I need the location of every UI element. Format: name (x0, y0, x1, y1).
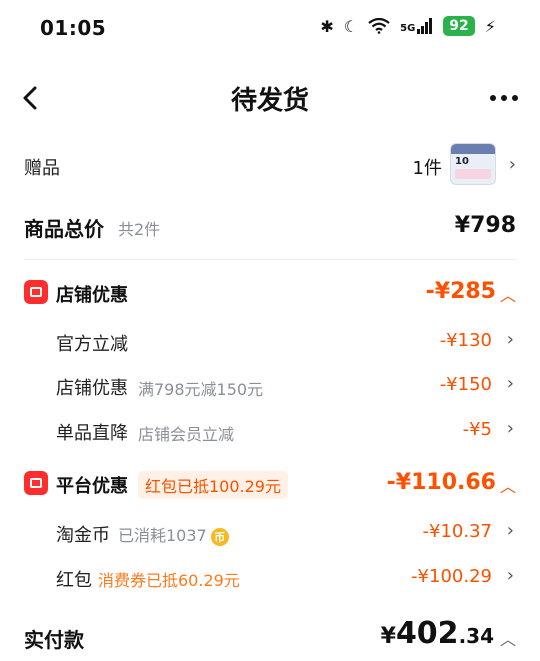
platform-discount-label: 平台优惠 (56, 476, 128, 497)
signal-icon: 5G (400, 18, 433, 34)
platform-item-detail: 消费券已抵60.29元 (98, 571, 240, 590)
total-label: 商品总价 (24, 217, 104, 241)
store-item-amount[interactable]: -¥150 (440, 374, 492, 395)
gift-count[interactable]: 1件 (413, 154, 442, 180)
battery-level: 92 (443, 16, 475, 36)
wifi-icon (368, 18, 390, 34)
store-item-label: 单品直降 (56, 423, 128, 444)
platform-discount-amount[interactable]: -¥110.66 (387, 470, 496, 495)
paid-label: 实付款 (24, 628, 84, 652)
store-collapse-icon[interactable]: ︿ (500, 282, 516, 306)
paid-currency: ¥ (380, 624, 396, 649)
store-item-chevron-icon[interactable]: › (507, 418, 514, 439)
store-discount-icon (24, 280, 48, 304)
platform-item-chevron-icon[interactable]: › (507, 565, 514, 586)
store-item-detail: 店铺会员立减 (138, 425, 235, 444)
status-icons: ✱ ☾ 5G 92 ⚡ (320, 16, 496, 36)
moon-icon: ☾ (343, 16, 359, 36)
platform-item-detail: 已消耗1037 币 (118, 522, 229, 546)
charging-icon: ⚡ (484, 16, 496, 36)
store-item-amount[interactable]: -¥5 (463, 419, 492, 440)
network-label: 5G (400, 23, 416, 34)
store-item-amount[interactable]: -¥130 (440, 330, 492, 351)
total-price: ¥798 (454, 213, 516, 238)
store-item-detail: 满798元减150元 (138, 380, 264, 399)
store-discount-label: 店铺优惠 (56, 285, 128, 306)
coin-icon: 币 (210, 527, 229, 546)
platform-item-label: 红包 (56, 570, 92, 591)
total-count: 共2件 (118, 220, 161, 239)
store-item-chevron-icon[interactable]: › (507, 373, 514, 394)
gift-chevron-icon[interactable]: › (509, 154, 516, 175)
divider (24, 259, 516, 260)
platform-collapse-icon[interactable]: ︿ (500, 473, 516, 497)
gift-thumbnail[interactable]: 10 (450, 143, 496, 185)
platform-discount-icon (24, 471, 48, 495)
page-title: 待发货 (230, 86, 309, 116)
paid-expand-icon[interactable]: ︿ (500, 626, 516, 650)
store-item-label: 店铺优惠 (56, 378, 128, 399)
status-time: 01:05 (40, 16, 107, 40)
platform-discount-tag: 红包已抵100.29元 (138, 471, 288, 499)
store-discount-amount[interactable]: -¥285 (426, 279, 496, 304)
platform-item-detail-text: 已消耗1037 (118, 526, 207, 545)
platform-item-amount[interactable]: -¥100.29 (411, 566, 492, 587)
platform-item-label: 淘金币 (56, 525, 110, 546)
store-item-label: 官方立减 (56, 334, 128, 355)
gift-label: 赠品 (24, 158, 60, 179)
paid-decimal: .34 (458, 624, 494, 648)
platform-item-chevron-icon[interactable]: › (507, 520, 514, 541)
store-item-chevron-icon[interactable]: › (507, 329, 514, 350)
paid-integer: 402 (395, 616, 459, 651)
bluetooth-icon: ✱ (320, 16, 334, 36)
more-icon[interactable] (490, 95, 518, 101)
paid-amount: ¥402.34 (381, 616, 494, 651)
platform-item-amount[interactable]: -¥10.37 (423, 521, 492, 542)
gift-thumb-number: 10 (455, 156, 469, 167)
